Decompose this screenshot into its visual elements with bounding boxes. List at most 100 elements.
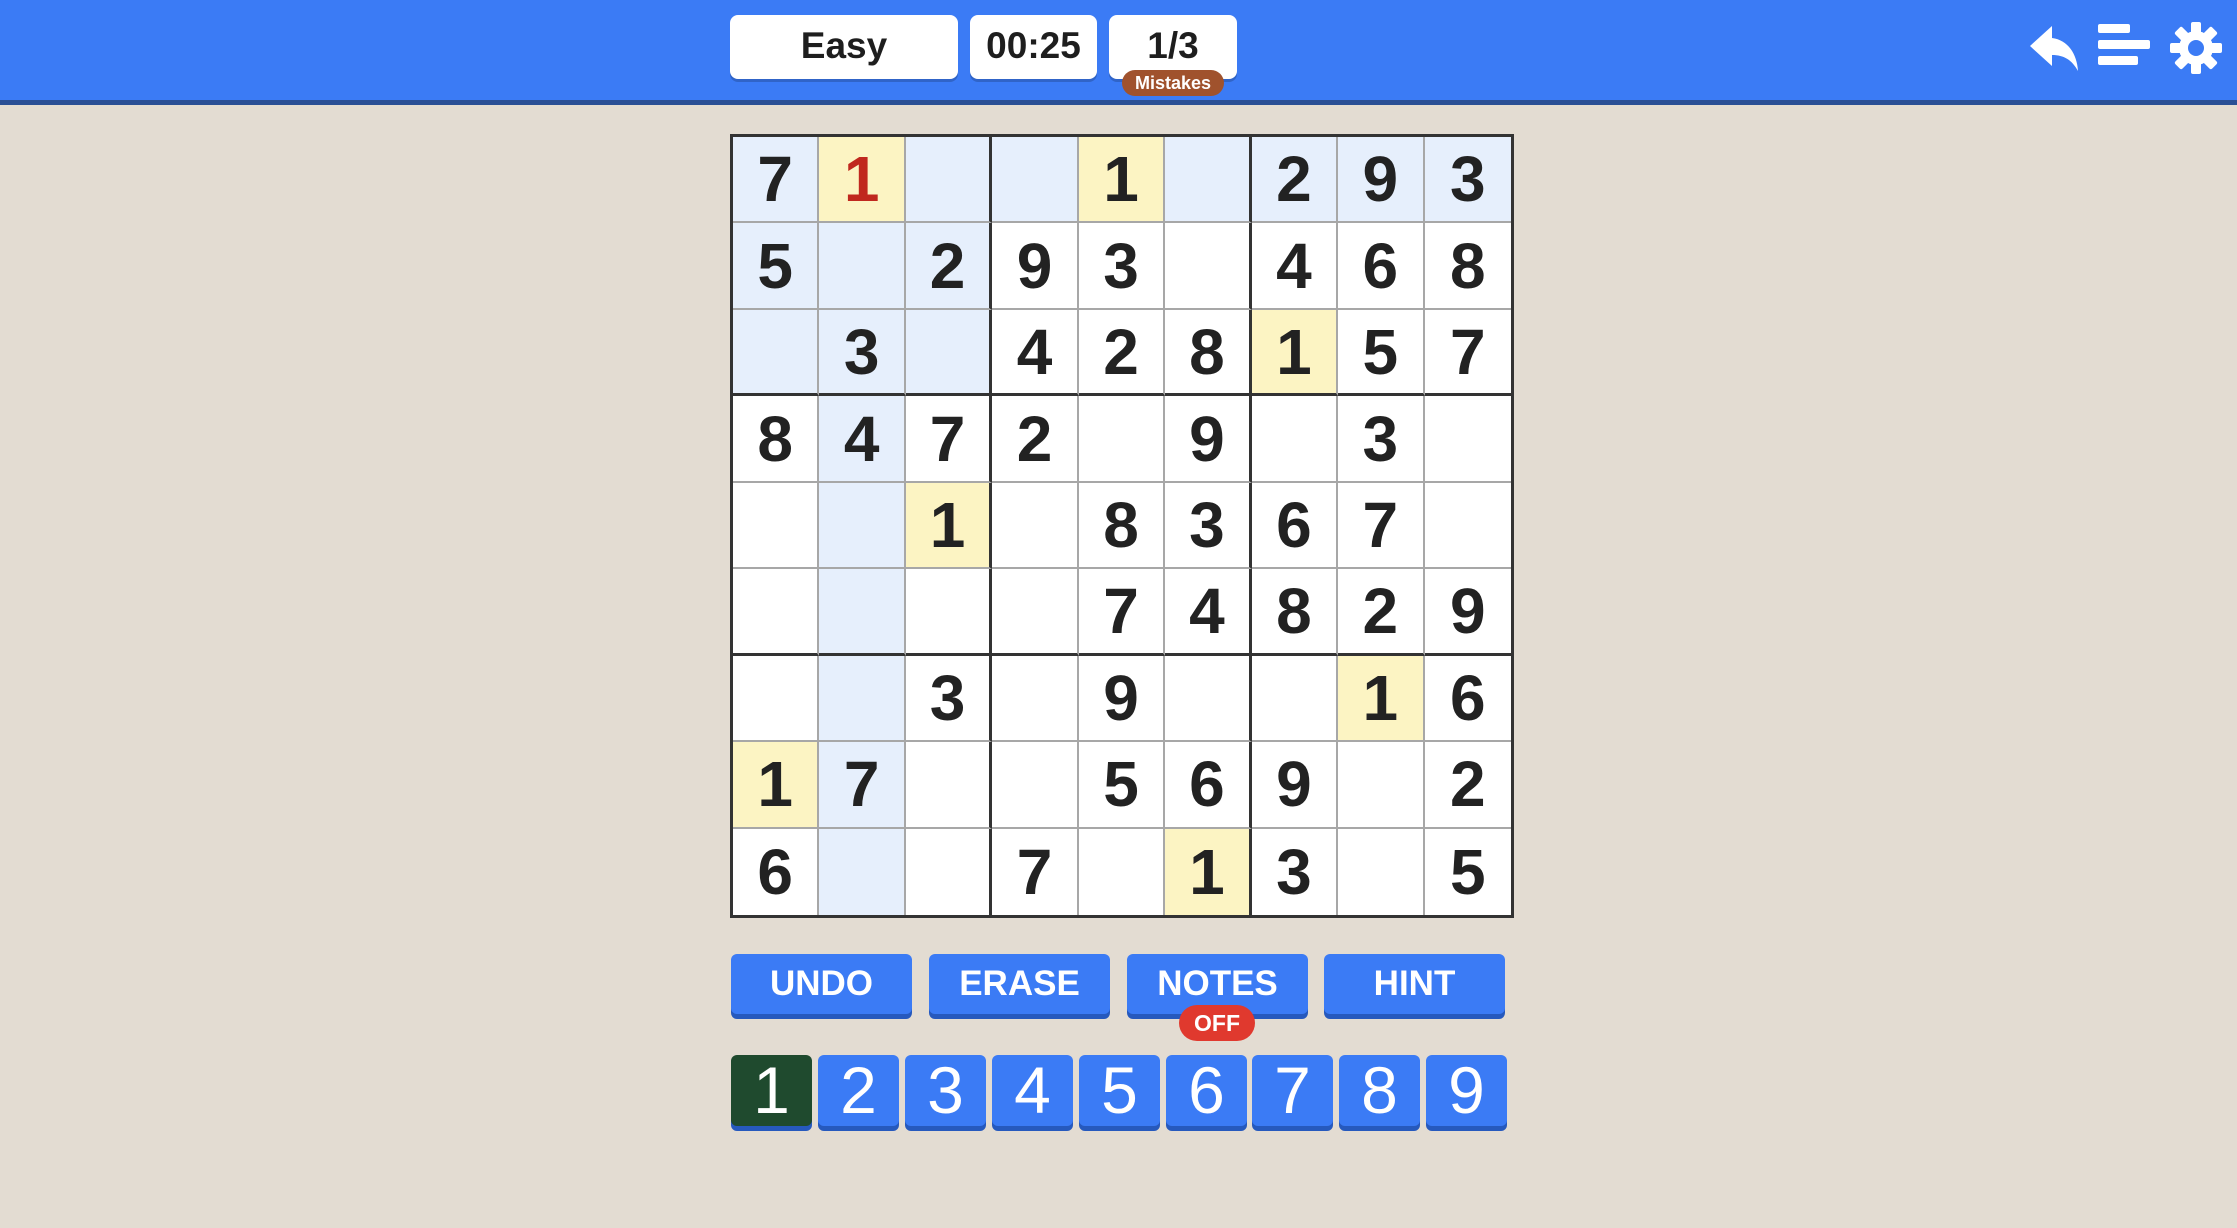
board-cell[interactable]: 3: [1338, 396, 1425, 483]
number-button-3[interactable]: 3: [905, 1055, 986, 1126]
board-cell[interactable]: 9: [1078, 655, 1166, 743]
board-cell[interactable]: [819, 223, 906, 310]
board-cell[interactable]: 3: [1165, 482, 1252, 570]
board-cell[interactable]: 8: [1251, 569, 1339, 656]
board-cell[interactable]: [992, 742, 1079, 829]
top-bar: Easy 00:25 1/3 Mistakes: [0, 0, 2237, 105]
board-cell[interactable]: 5: [1338, 309, 1425, 397]
board-cell[interactable]: [733, 655, 820, 743]
board-cell[interactable]: 4: [1251, 223, 1339, 310]
number-button-7[interactable]: 7: [1252, 1055, 1333, 1126]
board-cell[interactable]: [1078, 396, 1166, 483]
board-cell[interactable]: [905, 828, 993, 915]
board-cell[interactable]: 7: [992, 828, 1079, 915]
board-cell[interactable]: 7: [905, 396, 993, 483]
board-cell[interactable]: [819, 482, 906, 570]
board-cell[interactable]: 1: [1078, 137, 1166, 224]
board-cell[interactable]: 7: [1078, 569, 1166, 656]
board-cell[interactable]: [1165, 223, 1252, 310]
board-cell[interactable]: 1: [905, 482, 993, 570]
hint-button[interactable]: HINT: [1324, 954, 1505, 1014]
board-cell[interactable]: 6: [1251, 482, 1339, 570]
undo-button[interactable]: UNDO: [731, 954, 912, 1014]
board-cell[interactable]: 9: [1338, 137, 1425, 224]
board-cell[interactable]: [733, 482, 820, 570]
board-cell[interactable]: [905, 309, 993, 397]
board-cell[interactable]: 8: [1078, 482, 1166, 570]
board-cell[interactable]: 2: [905, 223, 993, 310]
board-cell[interactable]: 4: [819, 396, 906, 483]
board-cell[interactable]: [819, 569, 906, 656]
sudoku-board: 7112935293468342815784729318367748293916…: [730, 134, 1514, 918]
board-cell[interactable]: [1251, 396, 1339, 483]
board-cell[interactable]: 8: [1424, 223, 1511, 310]
board-cell[interactable]: [819, 828, 906, 915]
board-cell[interactable]: [733, 309, 820, 397]
board-cell[interactable]: 3: [905, 655, 993, 743]
gear-icon[interactable]: [2168, 20, 2224, 76]
board-cell[interactable]: [1338, 742, 1425, 829]
board-cell[interactable]: 1: [733, 742, 820, 829]
board-cell[interactable]: [992, 137, 1079, 224]
board-cell[interactable]: 8: [733, 396, 820, 483]
board-cell[interactable]: 3: [1078, 223, 1166, 310]
board-cell[interactable]: 5: [733, 223, 820, 310]
board-cell[interactable]: [733, 569, 820, 656]
board-cell[interactable]: 7: [1424, 309, 1511, 397]
board-cell[interactable]: [992, 482, 1079, 570]
board-cell[interactable]: 9: [1165, 396, 1252, 483]
board-cell[interactable]: [1424, 396, 1511, 483]
board-cell[interactable]: [1424, 482, 1511, 570]
board-cell[interactable]: 6: [733, 828, 820, 915]
board-cell[interactable]: [1078, 828, 1166, 915]
board-cell[interactable]: 9: [992, 223, 1079, 310]
board-cell[interactable]: 1: [1338, 655, 1425, 743]
board-cell[interactable]: [1338, 828, 1425, 915]
board-cell[interactable]: 9: [1251, 742, 1339, 829]
number-button-9[interactable]: 9: [1426, 1055, 1507, 1126]
board-cell[interactable]: 1: [819, 137, 906, 224]
number-button-6[interactable]: 6: [1166, 1055, 1247, 1126]
board-cell[interactable]: 1: [1251, 309, 1339, 397]
board-cell[interactable]: 3: [1251, 828, 1339, 915]
board-cell[interactable]: [1165, 655, 1252, 743]
board-cell[interactable]: [992, 655, 1079, 743]
board-cell[interactable]: 2: [1338, 569, 1425, 656]
board-cell[interactable]: [905, 569, 993, 656]
board-cell[interactable]: 1: [1165, 828, 1252, 915]
board-cell[interactable]: 7: [819, 742, 906, 829]
board-cell[interactable]: 6: [1338, 223, 1425, 310]
board-cell[interactable]: 8: [1165, 309, 1252, 397]
board-cell[interactable]: 6: [1165, 742, 1252, 829]
board-cell[interactable]: 4: [992, 309, 1079, 397]
board-cell[interactable]: [1251, 655, 1339, 743]
board-cell[interactable]: [905, 137, 993, 224]
board-cell[interactable]: 3: [1424, 137, 1511, 224]
board-cell[interactable]: 4: [1165, 569, 1252, 656]
board-cell[interactable]: 6: [1424, 655, 1511, 743]
number-button-5[interactable]: 5: [1079, 1055, 1160, 1126]
board-cell[interactable]: [1165, 137, 1252, 224]
number-pad: 123456789: [731, 1055, 1508, 1127]
board-cell[interactable]: 7: [1338, 482, 1425, 570]
board-cell[interactable]: 2: [1078, 309, 1166, 397]
board-cell[interactable]: 2: [1251, 137, 1339, 224]
difficulty-label[interactable]: Easy: [730, 15, 958, 79]
board-cell[interactable]: 2: [992, 396, 1079, 483]
undo-arrow-icon[interactable]: [2026, 20, 2082, 76]
board-cell[interactable]: [905, 742, 993, 829]
stats-bars-icon[interactable]: [2096, 20, 2152, 76]
board-cell[interactable]: 5: [1424, 828, 1511, 915]
board-cell[interactable]: [819, 655, 906, 743]
number-button-2[interactable]: 2: [818, 1055, 899, 1126]
board-cell[interactable]: 7: [733, 137, 820, 224]
board-cell[interactable]: [992, 569, 1079, 656]
number-button-8[interactable]: 8: [1339, 1055, 1420, 1126]
number-button-4[interactable]: 4: [992, 1055, 1073, 1126]
board-cell[interactable]: 3: [819, 309, 906, 397]
board-cell[interactable]: 9: [1424, 569, 1511, 656]
board-cell[interactable]: 2: [1424, 742, 1511, 829]
board-cell[interactable]: 5: [1078, 742, 1166, 829]
erase-button[interactable]: ERASE: [929, 954, 1110, 1014]
number-button-1[interactable]: 1: [731, 1055, 812, 1126]
